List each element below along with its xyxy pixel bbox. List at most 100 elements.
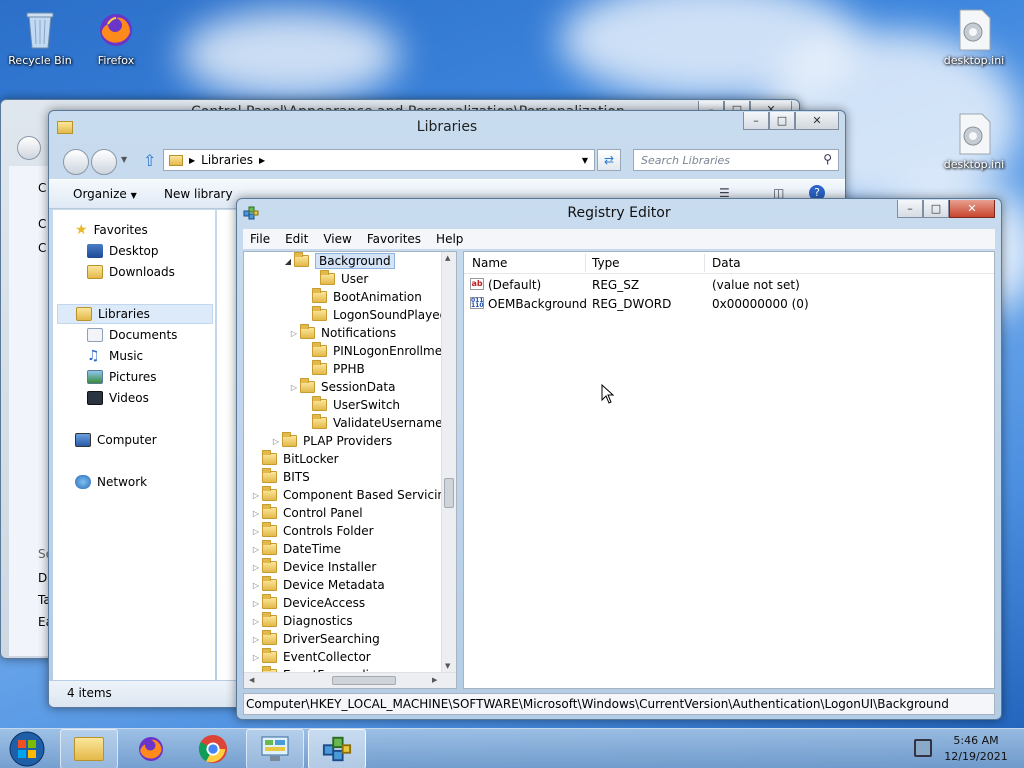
minimize-button[interactable]: –	[743, 112, 769, 130]
expand-arrow-icon[interactable]: ▷	[250, 653, 262, 662]
tree-horizontal-scrollbar[interactable]: ◀ ▶	[244, 672, 456, 688]
nav-network[interactable]: Network	[75, 472, 147, 492]
nav-music[interactable]: ♫ Music	[87, 346, 143, 366]
column-divider[interactable]	[585, 254, 586, 272]
sidebar-fragment[interactable]: C	[38, 217, 46, 231]
menu-view[interactable]: View	[323, 232, 351, 246]
tree-item-pphb[interactable]: PPHB	[300, 360, 365, 378]
nav-downloads[interactable]: Downloads	[87, 262, 175, 282]
tree-item-driversearching[interactable]: ▷ DriverSearching	[250, 630, 380, 648]
collapse-arrow-icon[interactable]: ◢	[282, 257, 294, 266]
column-header-name[interactable]: Name	[472, 256, 586, 270]
clock[interactable]: 5:46 AM 12/19/2021	[938, 733, 1014, 765]
recent-locations-icon[interactable]: ▼	[121, 155, 127, 164]
scroll-thumb[interactable]	[444, 478, 454, 508]
expand-arrow-icon[interactable]: ▷	[250, 563, 262, 572]
refresh-button[interactable]: ⇄	[597, 149, 621, 171]
scroll-right-arrow-icon[interactable]: ▶	[432, 676, 437, 684]
tree-item-pinlogonenrollment[interactable]: PINLogonEnrollment	[300, 342, 454, 360]
menu-edit[interactable]: Edit	[285, 232, 308, 246]
registry-editor-window[interactable]: Registry Editor – □ ✕ File Edit View Fav…	[236, 198, 1002, 720]
expand-arrow-icon[interactable]: ▷	[250, 491, 262, 500]
tree-item-controls-folder[interactable]: ▷ Controls Folder	[250, 522, 374, 540]
control-panel-taskbar-button[interactable]	[246, 729, 304, 768]
up-arrow-icon[interactable]: ⇧	[143, 151, 156, 170]
scroll-down-arrow-icon[interactable]: ▼	[445, 662, 450, 670]
value-row[interactable]: 011 110 OEMBackground REG_DWORD 0x0000000…	[464, 295, 994, 313]
nav-pictures[interactable]: Pictures	[87, 367, 157, 387]
tree-item-device-metadata[interactable]: ▷ Device Metadata	[250, 576, 385, 594]
expand-arrow-icon[interactable]: ▷	[250, 617, 262, 626]
column-header-type[interactable]: Type	[592, 256, 620, 270]
expand-arrow-icon[interactable]: ▷	[288, 329, 300, 338]
desktop-icon-firefox[interactable]: Firefox	[80, 8, 152, 67]
desktop-icon-recycle-bin[interactable]: Recycle Bin	[4, 8, 76, 67]
column-header-data[interactable]: Data	[712, 256, 741, 270]
organize-button[interactable]: Organize ▼	[73, 187, 137, 201]
tree-item-bits[interactable]: BITS	[250, 468, 310, 486]
expand-arrow-icon[interactable]: ▷	[250, 527, 262, 536]
tree-item-validateusername[interactable]: ValidateUsername	[300, 414, 443, 432]
network-tray-icon[interactable]	[914, 739, 932, 757]
nav-computer[interactable]: Computer	[75, 430, 157, 450]
start-button[interactable]	[2, 729, 52, 768]
expand-arrow-icon[interactable]: ▷	[288, 383, 300, 392]
menu-favorites[interactable]: Favorites	[367, 232, 421, 246]
search-input[interactable]: Search Libraries ⚲	[633, 149, 839, 171]
registry-tree-pane[interactable]: ◢ Background User BootAnimation LogonSou…	[243, 251, 457, 689]
maximize-button[interactable]: □	[769, 112, 795, 130]
registry-values-pane[interactable]: Name Type Data ab (Default) REG_SZ (valu…	[463, 251, 995, 689]
desktop-icon-desktop-ini[interactable]: desktop.ini	[938, 8, 1010, 67]
maximize-button[interactable]: □	[923, 200, 949, 218]
tree-item-control-panel[interactable]: ▷ Control Panel	[250, 504, 363, 522]
tree-item-component-based-servicing[interactable]: ▷ Component Based Servicing	[250, 486, 453, 504]
file-explorer-taskbar-button[interactable]	[60, 729, 118, 768]
scroll-thumb[interactable]	[332, 676, 396, 685]
tree-item-background[interactable]: ◢ Background	[282, 252, 395, 270]
menu-help[interactable]: Help	[436, 232, 463, 246]
back-button[interactable]	[63, 149, 89, 175]
back-button[interactable]	[17, 136, 41, 160]
sidebar-fragment[interactable]: C	[38, 181, 46, 195]
forward-button[interactable]	[91, 149, 117, 175]
close-button[interactable]: ✕	[949, 200, 995, 218]
nav-documents[interactable]: Documents	[87, 325, 177, 345]
tree-item-userswitch[interactable]: UserSwitch	[300, 396, 400, 414]
new-library-button[interactable]: New library	[164, 187, 233, 201]
tree-item-logonsoundplayed[interactable]: LogonSoundPlayed	[300, 306, 447, 324]
minimize-button[interactable]: –	[897, 200, 923, 218]
expand-arrow-icon[interactable]: ▷	[250, 545, 262, 554]
tree-item-datetime[interactable]: ▷ DateTime	[250, 540, 341, 558]
nav-desktop[interactable]: Desktop	[87, 241, 159, 261]
nav-favorites[interactable]: ★ Favorites	[75, 220, 148, 240]
expand-arrow-icon[interactable]: ▷	[250, 635, 262, 644]
nav-libraries[interactable]: Libraries	[57, 304, 213, 324]
tree-item-eventcollector[interactable]: ▷ EventCollector	[250, 648, 371, 666]
tree-item-sessiondata[interactable]: ▷ SessionData	[288, 378, 395, 396]
tree-item-device-installer[interactable]: ▷ Device Installer	[250, 558, 376, 576]
column-divider[interactable]	[704, 254, 705, 272]
close-button[interactable]: ✕	[795, 112, 839, 130]
expand-arrow-icon[interactable]: ▷	[250, 599, 262, 608]
menu-file[interactable]: File	[250, 232, 270, 246]
tree-item-bootanimation[interactable]: BootAnimation	[300, 288, 422, 306]
expand-arrow-icon[interactable]: ▷	[250, 509, 262, 518]
address-dropdown-icon[interactable]: ▼	[582, 156, 588, 165]
scroll-left-arrow-icon[interactable]: ◀	[249, 676, 254, 684]
address-bar[interactable]: ▶ Libraries ▶ ▼	[163, 149, 595, 171]
tree-item-notifications[interactable]: ▷ Notifications	[288, 324, 396, 342]
tree-vertical-scrollbar[interactable]: ▲ ▼	[441, 252, 456, 672]
firefox-taskbar-button[interactable]	[122, 729, 180, 768]
value-row[interactable]: ab (Default) REG_SZ (value not set)	[464, 276, 994, 294]
breadcrumb-libraries[interactable]: Libraries	[201, 153, 253, 167]
tree-item-plap-providers[interactable]: ▷ PLAP Providers	[270, 432, 392, 450]
tree-item-user[interactable]: User	[320, 270, 368, 288]
nav-videos[interactable]: Videos	[87, 388, 149, 408]
tree-item-bitlocker[interactable]: BitLocker	[250, 450, 339, 468]
tree-item-deviceaccess[interactable]: ▷ DeviceAccess	[250, 594, 365, 612]
desktop-icon-desktop-ini[interactable]: desktop.ini	[938, 112, 1010, 171]
regedit-taskbar-button[interactable]	[308, 729, 366, 768]
sidebar-fragment[interactable]: C	[38, 241, 46, 255]
chrome-taskbar-button[interactable]	[184, 729, 242, 768]
tree-item-diagnostics[interactable]: ▷ Diagnostics	[250, 612, 353, 630]
